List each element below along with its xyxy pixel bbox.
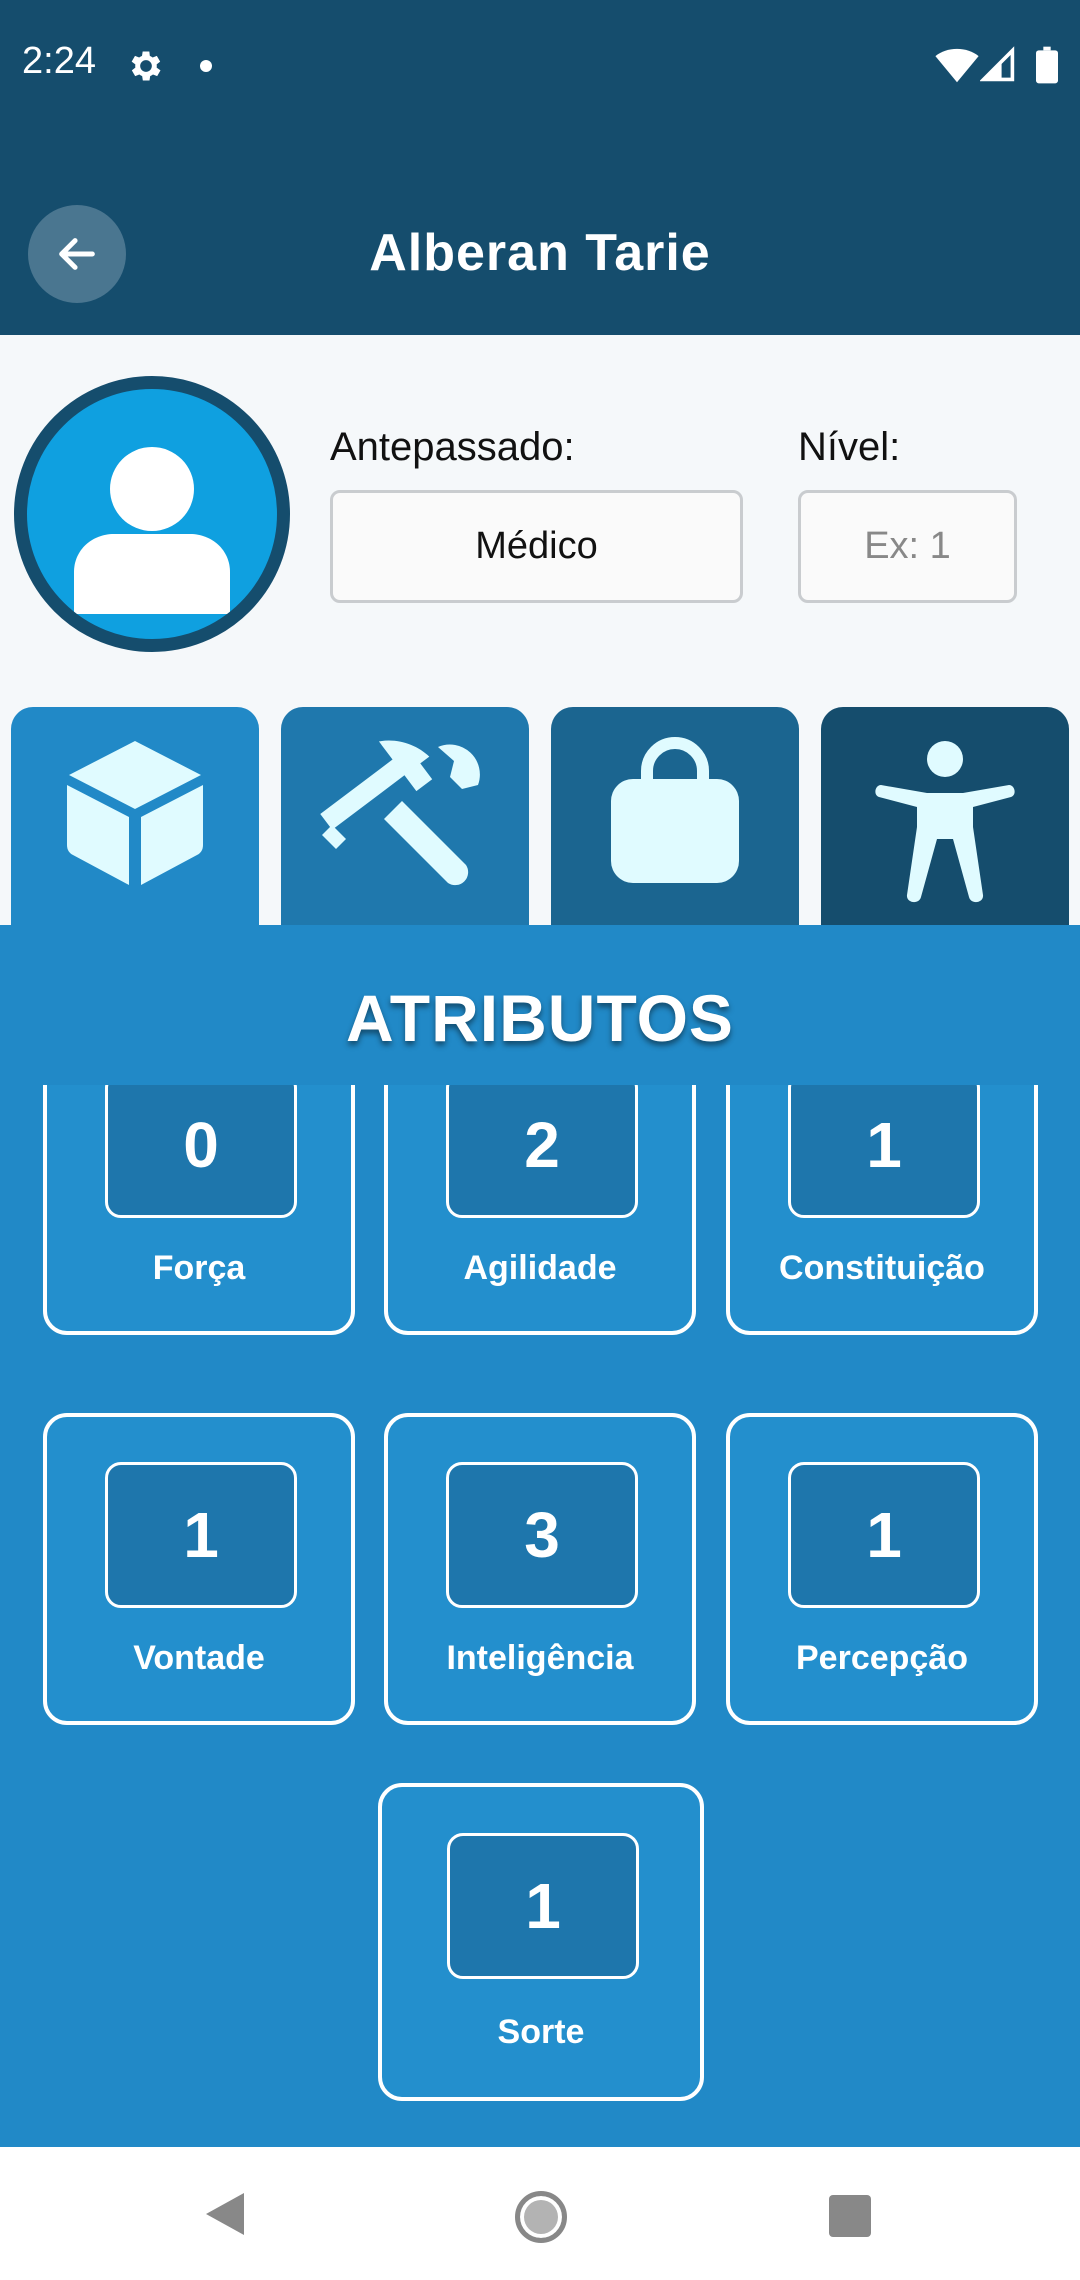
bag-icon bbox=[611, 737, 739, 883]
level-field[interactable]: Ex: 1 bbox=[798, 490, 1017, 603]
status-bar: 2:24 bbox=[0, 0, 1080, 135]
notification-dot-icon bbox=[200, 60, 212, 72]
attribute-card-inteligencia[interactable]: 3 Inteligência bbox=[384, 1413, 696, 1725]
attribute-card-forca[interactable]: 0 Força bbox=[43, 1085, 355, 1335]
signal-icon bbox=[980, 46, 1015, 82]
navigation-bar bbox=[0, 2147, 1080, 2280]
nav-back-icon[interactable] bbox=[204, 2191, 246, 2237]
panel-title: ATRIBUTOS bbox=[346, 981, 734, 1055]
attribute-value[interactable]: 3 bbox=[446, 1462, 638, 1608]
avatar[interactable] bbox=[14, 376, 290, 652]
attribute-value[interactable]: 2 bbox=[446, 1085, 638, 1218]
status-time: 2:24 bbox=[22, 40, 96, 82]
attribute-name: Agilidade bbox=[463, 1249, 617, 1287]
attribute-value[interactable]: 1 bbox=[788, 1085, 980, 1218]
attribute-value[interactable]: 1 bbox=[105, 1462, 297, 1608]
attribute-name: Força bbox=[152, 1249, 246, 1287]
attribute-card-percepcao[interactable]: 1 Percepção bbox=[726, 1413, 1038, 1725]
tab-bag[interactable] bbox=[551, 707, 799, 927]
attribute-card-vontade[interactable]: 1 Vontade bbox=[43, 1413, 355, 1725]
ancestor-label: Antepassado: bbox=[330, 425, 575, 469]
attribute-name: Inteligência bbox=[446, 1639, 634, 1677]
attributes-grid[interactable]: 0 Força 2 Agilidade 1 Constituição 1 Von… bbox=[0, 1085, 1080, 2147]
ancestor-field[interactable]: Médico bbox=[330, 490, 743, 603]
level-label: Nível: bbox=[798, 425, 901, 469]
battery-icon bbox=[1036, 46, 1058, 84]
hammer-wrench-icon bbox=[320, 740, 480, 886]
attribute-card-sorte[interactable]: 1 Sorte bbox=[378, 1783, 704, 2101]
attributes-panel: ATRIBUTOS 0 Força 2 Agilidade 1 Constitu… bbox=[0, 925, 1080, 2147]
tab-attributes[interactable] bbox=[821, 707, 1069, 927]
attribute-name: Constituição bbox=[779, 1249, 985, 1287]
attribute-name: Sorte bbox=[497, 2013, 585, 2051]
attribute-name: Percepção bbox=[796, 1639, 968, 1677]
attribute-value[interactable]: 1 bbox=[788, 1462, 980, 1608]
gear-icon bbox=[131, 51, 161, 81]
attribute-card-agilidade[interactable]: 2 Agilidade bbox=[384, 1085, 696, 1335]
attribute-card-constituicao[interactable]: 1 Constituição bbox=[726, 1085, 1038, 1335]
cube-icon bbox=[67, 741, 203, 885]
person-icon bbox=[74, 447, 230, 614]
nav-home-icon[interactable] bbox=[515, 2191, 567, 2243]
attribute-value[interactable]: 0 bbox=[105, 1085, 297, 1218]
app-bar: Alberan Tarie bbox=[0, 135, 1080, 335]
wifi-icon bbox=[935, 48, 979, 83]
nav-recents-icon[interactable] bbox=[829, 2195, 871, 2237]
page-title: Alberan Tarie bbox=[369, 224, 711, 282]
tab-items[interactable] bbox=[11, 707, 259, 927]
tab-skills[interactable] bbox=[281, 707, 529, 927]
person-arms-out-icon bbox=[875, 741, 1015, 903]
attribute-name: Vontade bbox=[133, 1639, 265, 1677]
attribute-value[interactable]: 1 bbox=[447, 1833, 639, 1979]
